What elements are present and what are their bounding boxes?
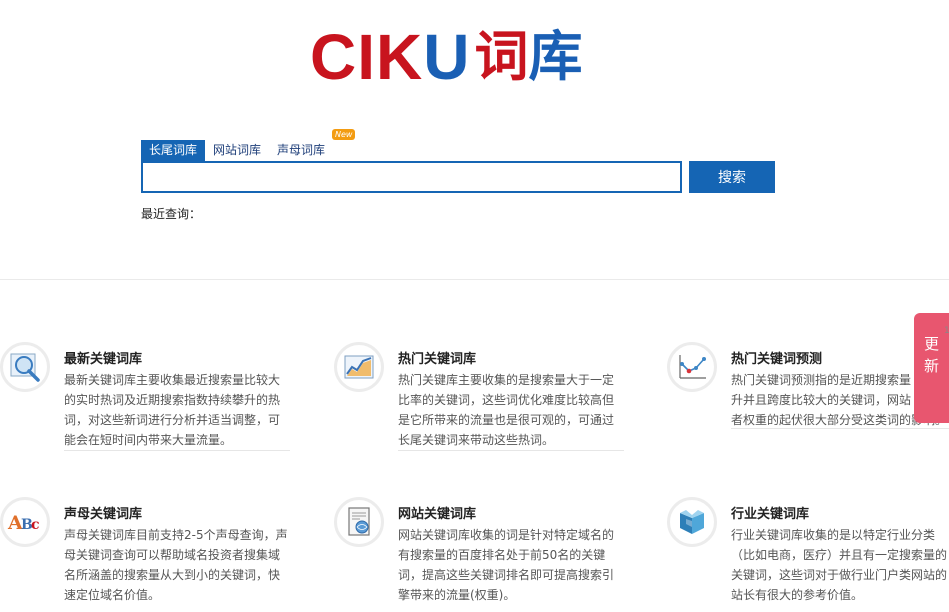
new-badge: New: [332, 129, 356, 140]
card-description: 行业关键词库收集的是以特定行业分类 （比如电商，医疗）并且有一定搜索量的 关键词…: [731, 528, 948, 602]
card-hot-keyword-forecast[interactable]: 热门关键词预测 热门关键词预测指的是近期搜索量 升并且跨度比较大的关键词，网站 …: [667, 342, 949, 452]
card-rule: [731, 428, 949, 429]
web-page-icon: [334, 497, 384, 547]
card-industry-keywords[interactable]: 行业关键词库 行业关键词库收集的是以特定行业分类 （比如电商，医疗）并且有一定搜…: [667, 497, 949, 607]
search-button[interactable]: 搜索: [689, 161, 775, 193]
section-divider: [0, 279, 949, 280]
industry-cube-icon: [667, 497, 717, 547]
card-description: 热门关键库主要收集的是搜索量大于一定 比率的关键词，这些词优化难度比较高但 是它…: [398, 373, 615, 447]
card-hot-keywords[interactable]: 热门关键词库 热门关键库主要收集的是搜索量大于一定 比率的关键词，这些词优化难度…: [334, 342, 624, 452]
card-title: 网站关键词库: [398, 507, 477, 522]
svg-text:c: c: [31, 517, 40, 533]
card-description: 最新关键词库主要收集最近搜索量比较大 的实时热词及近期搜索指数持续攀升的热 词，…: [64, 373, 281, 447]
magnifier-icon: [0, 342, 50, 392]
card-initials-keywords[interactable]: A B c 声母关键词库 声母关键词库目前支持2-5个声母查询，声 母关键词查询…: [0, 497, 290, 607]
card-website-keywords[interactable]: 网站关键词库 网站关键词库收集的词是针对特定域名的 有搜索量的百度排名处于前50…: [334, 497, 624, 607]
search-input[interactable]: [141, 161, 682, 193]
trend-chart-icon: [334, 342, 384, 392]
abc-icon: A B c: [0, 497, 50, 547]
card-latest-keywords[interactable]: 最新关键词库 最新关键词库主要收集最近搜索量比较大 的实时热词及近期搜索指数持续…: [0, 342, 290, 452]
card-rule: [398, 450, 624, 451]
side-tab-label-1: 更: [923, 335, 939, 353]
recent-queries-label: 最近查询：: [141, 207, 202, 221]
search-tabs: 长尾词库 网站词库 声母词库: [141, 140, 333, 161]
card-title: 热门关键词预测: [731, 352, 823, 367]
card-rule: [64, 450, 290, 451]
line-chart-icon: [667, 342, 717, 392]
card-description: 网站关键词库收集的词是针对特定域名的 有搜索量的百度排名处于前50名的关键 词，…: [398, 528, 615, 602]
card-title: 声母关键词库: [64, 507, 143, 522]
tab-initials[interactable]: 声母词库: [269, 140, 333, 161]
logo-cjk-wordmark: 词库: [474, 25, 583, 88]
tab-longtail[interactable]: 长尾词库: [141, 140, 206, 161]
card-title: 最新关键词库: [64, 352, 143, 367]
logo-wordmark: CIKU: [310, 21, 471, 93]
card-description: 声母关键词库目前支持2-5个声母查询，声 母关键词查询可以帮助域名投资者搜集域 …: [64, 528, 288, 602]
side-tab-label-2: 新: [923, 357, 939, 375]
card-title: 热门关键词库: [398, 352, 477, 367]
side-edge-mark: 1: [944, 326, 949, 336]
site-logo[interactable]: CIKU 词库: [310, 21, 583, 93]
tab-website[interactable]: 网站词库: [205, 140, 269, 161]
card-title: 行业关键词库: [731, 507, 810, 522]
